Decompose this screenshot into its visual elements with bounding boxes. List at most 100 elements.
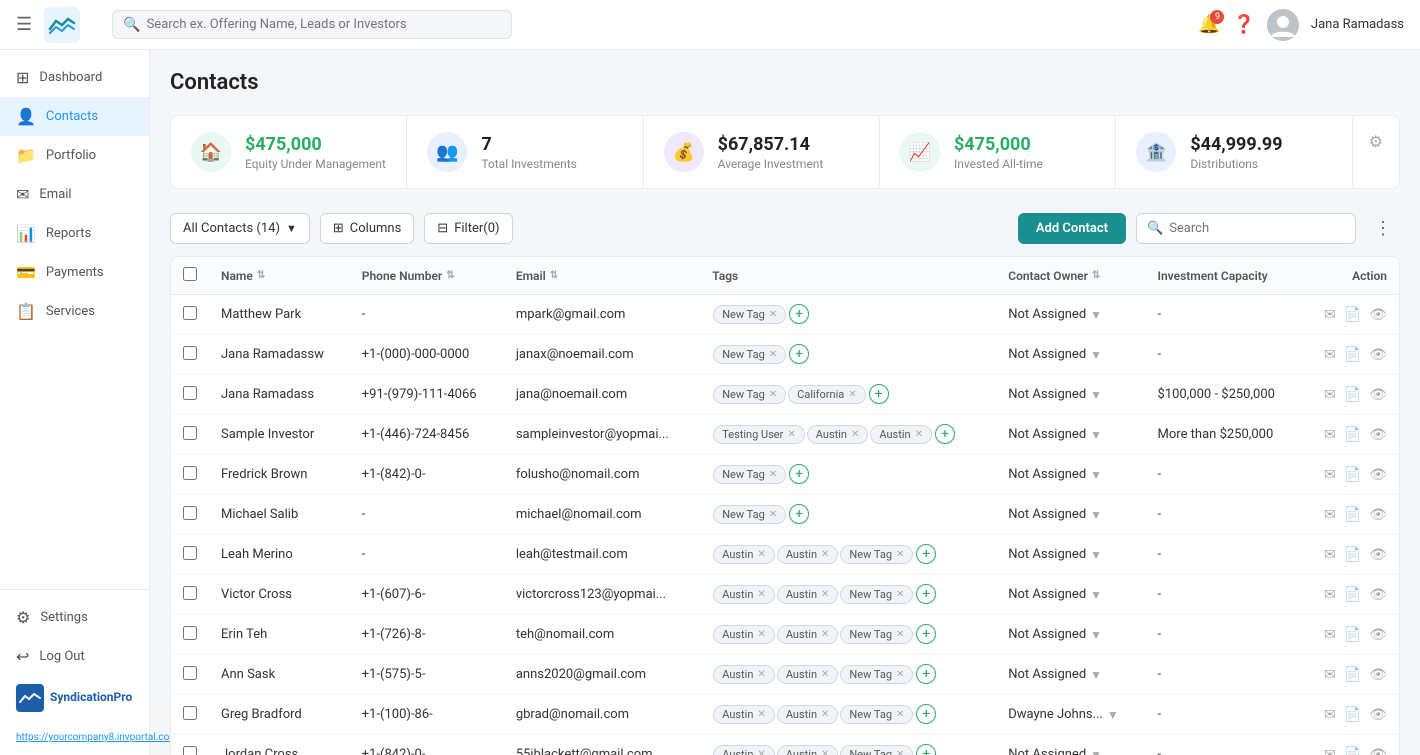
avatar[interactable]	[1267, 9, 1299, 41]
notification-bell[interactable]: 🔔 9	[1198, 14, 1220, 35]
tag-add-icon[interactable]: +	[869, 384, 889, 404]
notes-action-icon[interactable]: 📄	[1344, 467, 1361, 483]
contact-name[interactable]: Matthew Park	[209, 295, 350, 335]
notes-action-icon[interactable]: 📄	[1344, 427, 1361, 443]
view-action-icon[interactable]: 👁	[1369, 307, 1387, 323]
notes-action-icon[interactable]: 📄	[1344, 507, 1361, 523]
stat-settings-icon[interactable]: ⚙	[1353, 116, 1399, 167]
owner-column-header[interactable]: Contact Owner⇅	[1008, 269, 1133, 283]
tag-remove-icon[interactable]: ✕	[896, 549, 904, 560]
contact-name[interactable]: Sample Investor	[209, 415, 350, 455]
sidebar-item-services[interactable]: 📋 Services	[0, 292, 149, 331]
select-all-checkbox[interactable]	[183, 267, 197, 281]
contact-name[interactable]: Erin Teh	[209, 615, 350, 655]
contact-name[interactable]: Jana Ramadassw	[209, 335, 350, 375]
tag-remove-icon[interactable]: ✕	[757, 709, 765, 720]
tag-remove-icon[interactable]: ✕	[896, 709, 904, 720]
email-action-icon[interactable]: ✉	[1324, 587, 1336, 603]
notes-action-icon[interactable]: 📄	[1344, 707, 1361, 723]
notes-action-icon[interactable]: 📄	[1344, 747, 1361, 755]
phone-column-header[interactable]: Phone Number⇅	[362, 269, 492, 283]
view-action-icon[interactable]: 👁	[1369, 667, 1387, 683]
notes-action-icon[interactable]: 📄	[1344, 307, 1361, 323]
email-action-icon[interactable]: ✉	[1324, 507, 1336, 523]
owner-chevron-icon[interactable]: ▼	[1090, 588, 1102, 602]
owner-chevron-icon[interactable]: ▼	[1090, 388, 1102, 402]
tag-remove-icon[interactable]: ✕	[757, 589, 765, 600]
tag-add-icon[interactable]: +	[789, 464, 809, 484]
view-action-icon[interactable]: 👁	[1369, 627, 1387, 643]
view-action-icon[interactable]: 👁	[1369, 747, 1387, 755]
tag-remove-icon[interactable]: ✕	[821, 549, 829, 560]
row-checkbox[interactable]	[183, 626, 197, 640]
tag-remove-icon[interactable]: ✕	[821, 589, 829, 600]
tag-remove-icon[interactable]: ✕	[769, 469, 777, 480]
filter-button[interactable]: ⊟ Filter(0)	[424, 213, 512, 244]
tag-remove-icon[interactable]: ✕	[787, 429, 795, 440]
tag-remove-icon[interactable]: ✕	[896, 749, 904, 755]
global-search[interactable]: 🔍	[112, 10, 512, 39]
notes-action-icon[interactable]: 📄	[1344, 587, 1361, 603]
sidebar-item-dashboard[interactable]: ⊞ Dashboard	[0, 58, 149, 97]
contact-name[interactable]: Greg Bradford	[209, 695, 350, 735]
row-checkbox[interactable]	[183, 386, 197, 400]
contact-name[interactable]: Ann Sask	[209, 655, 350, 695]
tag-remove-icon[interactable]: ✕	[757, 749, 765, 755]
tag-remove-icon[interactable]: ✕	[821, 709, 829, 720]
sidebar-item-email[interactable]: ✉ Email	[0, 175, 149, 214]
tag-add-icon[interactable]: +	[789, 304, 809, 324]
tag-add-icon[interactable]: +	[916, 704, 936, 724]
owner-chevron-icon[interactable]: ▼	[1090, 308, 1102, 322]
tag-remove-icon[interactable]: ✕	[757, 629, 765, 640]
email-action-icon[interactable]: ✉	[1324, 347, 1336, 363]
help-icon[interactable]: ❓	[1232, 14, 1254, 35]
table-search-input[interactable]	[1169, 214, 1345, 243]
view-action-icon[interactable]: 👁	[1369, 467, 1387, 483]
tag-add-icon[interactable]: +	[789, 504, 809, 524]
tag-add-icon[interactable]: +	[935, 424, 955, 444]
tag-remove-icon[interactable]: ✕	[821, 669, 829, 680]
row-checkbox[interactable]	[183, 546, 197, 560]
email-action-icon[interactable]: ✉	[1324, 547, 1336, 563]
row-checkbox[interactable]	[183, 466, 197, 480]
owner-chevron-icon[interactable]: ▼	[1090, 508, 1102, 522]
tag-remove-icon[interactable]: ✕	[769, 309, 777, 320]
tag-remove-icon[interactable]: ✕	[851, 429, 859, 440]
tag-add-icon[interactable]: +	[916, 544, 936, 564]
all-contacts-dropdown[interactable]: All Contacts (14) ▼	[170, 213, 310, 244]
email-action-icon[interactable]: ✉	[1324, 627, 1336, 643]
contact-name[interactable]: Michael Salib	[209, 495, 350, 535]
row-checkbox[interactable]	[183, 306, 197, 320]
contact-name[interactable]: Fredrick Brown	[209, 455, 350, 495]
sidebar-item-logout[interactable]: ↩ Log Out	[0, 637, 149, 676]
email-action-icon[interactable]: ✉	[1324, 427, 1336, 443]
notes-action-icon[interactable]: 📄	[1344, 627, 1361, 643]
tag-remove-icon[interactable]: ✕	[896, 629, 904, 640]
owner-chevron-icon[interactable]: ▼	[1090, 668, 1102, 682]
sidebar-item-payments[interactable]: 💳 Payments	[0, 253, 149, 292]
email-column-header[interactable]: Email⇅	[516, 269, 688, 283]
hamburger-icon[interactable]: ☰	[16, 14, 32, 35]
view-action-icon[interactable]: 👁	[1369, 507, 1387, 523]
view-action-icon[interactable]: 👁	[1369, 587, 1387, 603]
tag-add-icon[interactable]: +	[916, 664, 936, 684]
row-checkbox[interactable]	[183, 746, 197, 755]
owner-chevron-icon[interactable]: ▼	[1090, 348, 1102, 362]
email-action-icon[interactable]: ✉	[1324, 307, 1336, 323]
add-contact-button[interactable]: Add Contact	[1018, 213, 1126, 244]
row-checkbox[interactable]	[183, 586, 197, 600]
view-action-icon[interactable]: 👁	[1369, 547, 1387, 563]
contact-name[interactable]: Jana Ramadass	[209, 375, 350, 415]
tag-remove-icon[interactable]: ✕	[757, 669, 765, 680]
sidebar-item-reports[interactable]: 📊 Reports	[0, 214, 149, 253]
tag-remove-icon[interactable]: ✕	[769, 509, 777, 520]
view-action-icon[interactable]: 👁	[1369, 427, 1387, 443]
contact-name[interactable]: Leah Merino	[209, 535, 350, 575]
tag-remove-icon[interactable]: ✕	[821, 629, 829, 640]
columns-button[interactable]: ⊞ Columns	[320, 213, 414, 244]
owner-chevron-icon[interactable]: ▼	[1090, 748, 1102, 755]
email-action-icon[interactable]: ✉	[1324, 707, 1336, 723]
table-search[interactable]: 🔍	[1136, 213, 1356, 244]
owner-chevron-icon[interactable]: ▼	[1090, 628, 1102, 642]
owner-chevron-icon[interactable]: ▼	[1090, 548, 1102, 562]
